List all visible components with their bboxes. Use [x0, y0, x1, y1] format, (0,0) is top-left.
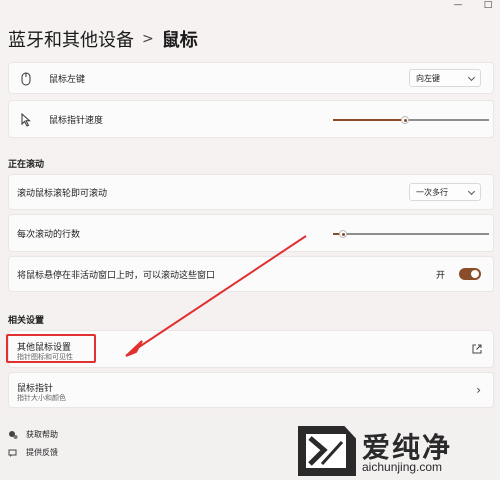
- feedback-link[interactable]: 提供反馈: [8, 447, 58, 458]
- annotation-arrow: [125, 235, 307, 357]
- help-icon: [8, 430, 18, 440]
- feedback-icon: [8, 448, 18, 458]
- watermark: 爱纯净 aichunjing.com: [298, 426, 498, 478]
- feedback-label: 提供反馈: [26, 448, 58, 457]
- help-label: 获取帮助: [26, 430, 58, 439]
- watermark-logo-mark: [308, 436, 344, 466]
- watermark-url: aichunjing.com: [362, 460, 443, 474]
- help-link[interactable]: 获取帮助: [8, 429, 58, 440]
